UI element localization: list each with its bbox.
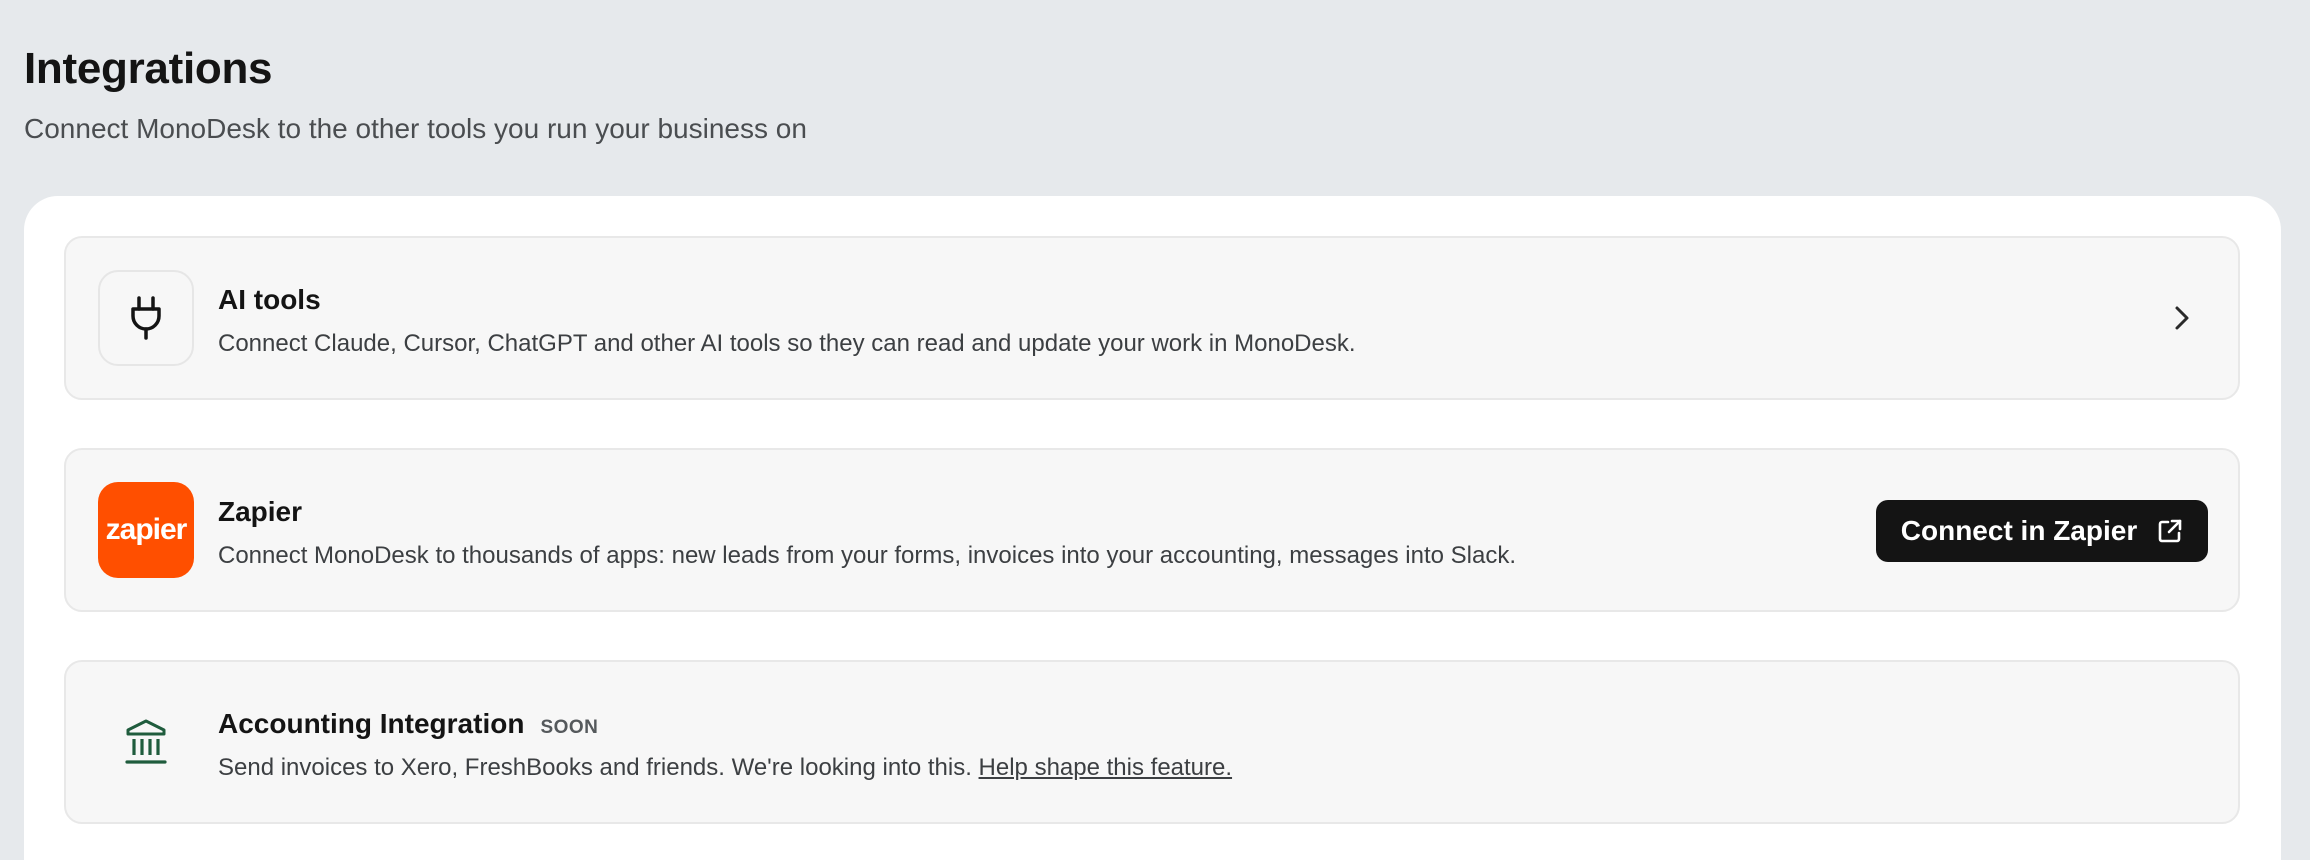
- zapier-logo: zapier: [98, 482, 194, 578]
- accounting-icon-box: [98, 694, 194, 790]
- accounting-card: Accounting Integration SOON Send invoice…: [64, 660, 2240, 824]
- zapier-card: zapier Zapier Connect MonoDesk to thousa…: [64, 448, 2240, 612]
- ai-tools-icon-box: [98, 270, 194, 366]
- zapier-logo-text: zapier: [105, 513, 188, 546]
- ai-tools-title: AI tools: [218, 284, 321, 315]
- zapier-description: Connect MonoDesk to thousands of apps: n…: [218, 542, 1516, 569]
- accounting-title: Accounting Integration: [218, 708, 525, 739]
- page-subtitle: Connect MonoDesk to the other tools you …: [24, 113, 807, 144]
- integrations-panel: AI tools Connect Claude, Cursor, ChatGPT…: [24, 196, 2281, 860]
- connect-in-zapier-button[interactable]: Connect in Zapier: [1876, 500, 2208, 562]
- page-title: Integrations: [24, 44, 273, 93]
- help-shape-feature-link[interactable]: Help shape this feature.: [979, 754, 1233, 781]
- accounting-description: Send invoices to Xero, FreshBooks and fr…: [218, 754, 972, 781]
- connect-in-zapier-label: Connect in Zapier: [1900, 515, 2138, 546]
- zapier-title: Zapier: [218, 496, 303, 527]
- external-link-icon: [2158, 519, 2182, 543]
- integrations-page: Integrations Connect MonoDesk to the oth…: [0, 0, 2310, 860]
- soon-badge: SOON: [540, 717, 599, 738]
- plug-icon: [131, 296, 161, 340]
- chevron-right-icon[interactable]: [2166, 302, 2198, 334]
- accounting-title-row: Accounting Integration SOON: [218, 708, 598, 740]
- accounting-description-row: Send invoices to Xero, FreshBooks and fr…: [218, 754, 1232, 782]
- bank-icon: [125, 719, 167, 764]
- ai-tools-description: Connect Claude, Cursor, ChatGPT and othe…: [218, 330, 1356, 357]
- ai-tools-card[interactable]: AI tools Connect Claude, Cursor, ChatGPT…: [64, 236, 2240, 400]
